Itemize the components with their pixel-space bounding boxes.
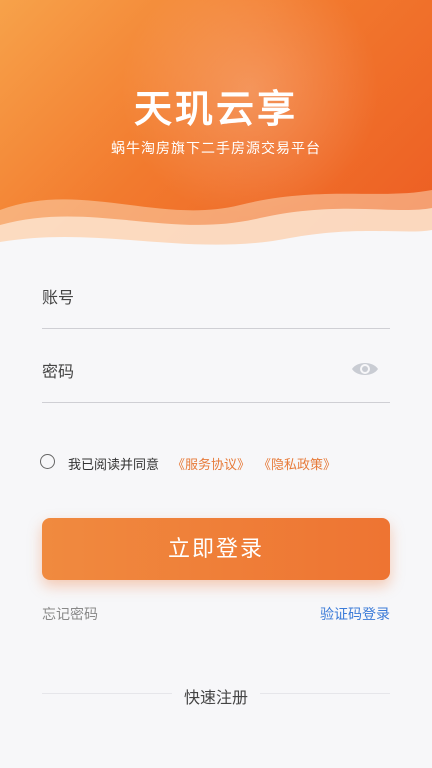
agreement-checkbox[interactable] (40, 454, 55, 469)
app-title: 天玑云享 (133, 87, 298, 131)
service-agreement-link[interactable]: 《服务协议》 (172, 454, 250, 473)
header-wave (0, 190, 432, 262)
account-input[interactable] (95, 280, 339, 312)
account-label: 账号 (42, 288, 75, 307)
quick-register-link[interactable]: 快速注册 (171, 688, 260, 707)
login-button[interactable]: 立即登录 (42, 518, 390, 580)
app-subtitle: 蜗牛淘房旗下二手房源交易平台 (111, 141, 321, 157)
agreement-row: 我已阅读并同意 《服务协议》 《隐私政策》 (40, 452, 400, 474)
account-underline (42, 328, 390, 329)
sms-login-link[interactable]: 验证码登录 (320, 604, 390, 624)
register-row: 快速注册 (0, 684, 432, 708)
password-label: 密码 (42, 362, 75, 381)
privacy-policy-link[interactable]: 《隐私政策》 (258, 454, 336, 473)
eye-icon[interactable] (350, 358, 380, 380)
password-underline (42, 402, 390, 403)
header-banner: 天玑云享 蜗牛淘房旗下二手房源交易平台 (0, 0, 432, 262)
agreement-text: 我已阅读并同意 (68, 458, 160, 473)
password-input[interactable] (95, 354, 339, 386)
forgot-password-link[interactable]: 忘记密码 (42, 604, 98, 624)
